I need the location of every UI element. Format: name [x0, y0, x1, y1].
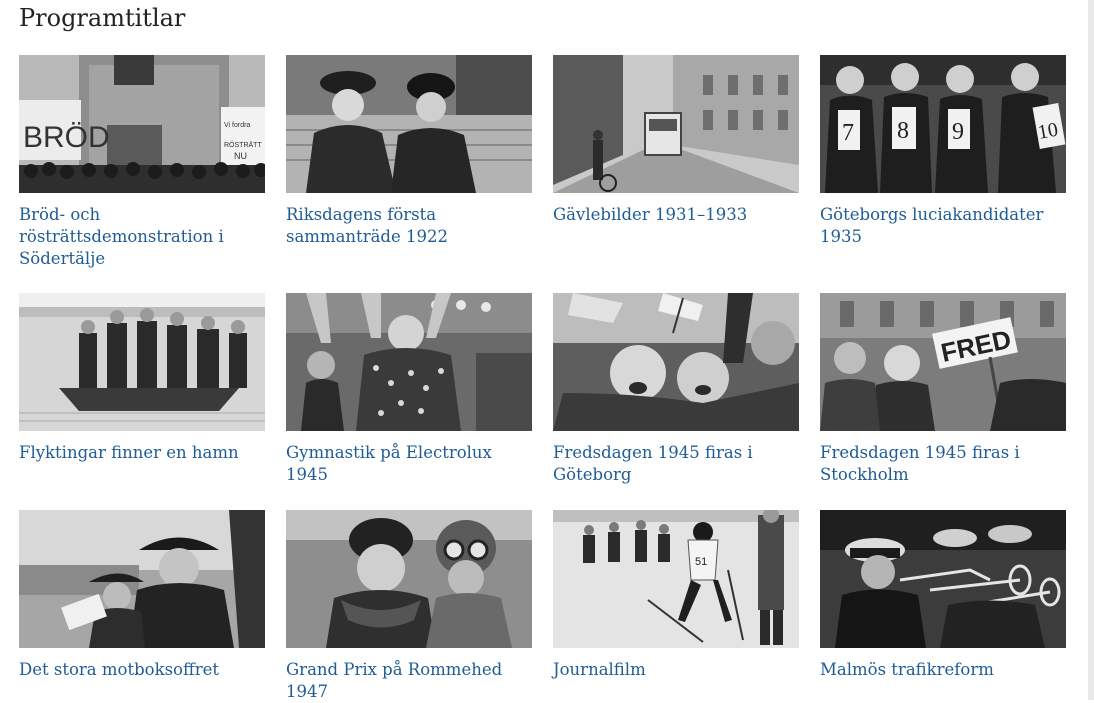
- program-card-gavlebilder[interactable]: Gävlebilder 1931–1933: [553, 55, 799, 293]
- thumbnail-image-ski-race: 51: [553, 510, 799, 648]
- program-title[interactable]: Flyktingar finner en hamn: [19, 442, 259, 464]
- program-thumbnail[interactable]: [19, 293, 265, 431]
- program-thumbnail[interactable]: [553, 293, 799, 431]
- program-thumbnail[interactable]: BRÖD Vi fordra RÖSTRÄTT NU: [19, 55, 265, 193]
- program-card-brod-rostratt[interactable]: BRÖD Vi fordra RÖSTRÄTT NU Bröd- och rös…: [19, 55, 265, 293]
- program-card-gymnastik-electrolux[interactable]: Gymnastik på Electrolux 1945: [286, 293, 532, 510]
- program-title[interactable]: Malmös trafikreform: [820, 659, 1060, 681]
- svg-text:RÖSTRÄTT: RÖSTRÄTT: [224, 141, 262, 149]
- program-card-malmo-trafikreform[interactable]: Malmös trafikreform: [820, 510, 1066, 700]
- vertical-scrollbar[interactable]: [1088, 0, 1094, 700]
- sign-brod-text: BRÖD: [23, 121, 110, 154]
- svg-text:Vi fordra: Vi fordra: [224, 122, 250, 129]
- thumbnail-image-riksdagen: [286, 55, 532, 193]
- card-number-text: 9: [952, 119, 964, 145]
- thumbnail-image-lucia-candidates: 7 8 9 10: [820, 55, 1066, 193]
- card-number-text: 8: [897, 118, 909, 144]
- thumbnail-image-gavle-street: [553, 55, 799, 193]
- program-grid: BRÖD Vi fordra RÖSTRÄTT NU Bröd- och rös…: [19, 55, 1066, 703]
- thumbnail-image-gymnastics: [286, 293, 532, 431]
- thumbnail-image-peace-day-goteborg: [553, 293, 799, 431]
- thumbnail-image-motbok: [19, 510, 265, 648]
- page-title: Programtitlar: [19, 4, 186, 32]
- program-card-fredsdagen-stockholm[interactable]: FRED Fredsdagen 1945 firas i Stockholm: [820, 293, 1066, 510]
- program-card-fredsdagen-goteborg[interactable]: Fredsdagen 1945 firas i Göteborg: [553, 293, 799, 510]
- program-title[interactable]: Bröd- och rösträttsdemonstration i Söder…: [19, 204, 259, 270]
- program-title[interactable]: Göteborgs luciakandidater 1935: [820, 204, 1060, 248]
- program-card-riksdagen-1922[interactable]: Riksdagens första sammanträde 1922: [286, 55, 532, 293]
- program-title[interactable]: Grand Prix på Rommehed 1947: [286, 659, 526, 703]
- program-card-journalfilm[interactable]: 51 Journalfilm: [553, 510, 799, 700]
- program-thumbnail[interactable]: [286, 510, 532, 648]
- program-title[interactable]: Gävlebilder 1931–1933: [553, 204, 793, 226]
- program-title[interactable]: Fredsdagen 1945 firas i Stockholm: [820, 442, 1060, 486]
- program-title[interactable]: Gymnastik på Electrolux 1945: [286, 442, 526, 486]
- program-card-flyktingar[interactable]: Flyktingar finner en hamn: [19, 293, 265, 510]
- program-card-grand-prix-rommehed[interactable]: Grand Prix på Rommehed 1947: [286, 510, 532, 703]
- program-thumbnail[interactable]: [820, 510, 1066, 648]
- program-thumbnail[interactable]: [286, 55, 532, 193]
- program-title[interactable]: Journalfilm: [553, 659, 793, 681]
- program-card-luciakandidater[interactable]: 7 8 9 10 Göteborgs luciakandidater 1935: [820, 55, 1066, 293]
- program-thumbnail[interactable]: 51: [553, 510, 799, 648]
- bib-number-text: 51: [695, 556, 707, 568]
- program-thumbnail[interactable]: [553, 55, 799, 193]
- thumbnail-image-brass-band: [820, 510, 1066, 648]
- svg-text:NU: NU: [234, 151, 247, 161]
- card-number-text: 7: [842, 120, 854, 146]
- program-thumbnail[interactable]: [19, 510, 265, 648]
- thumbnail-image-refugee-boat: [19, 293, 265, 431]
- card-number-text: 10: [1036, 119, 1060, 144]
- program-thumbnail[interactable]: [286, 293, 532, 431]
- program-thumbnail[interactable]: 7 8 9 10: [820, 55, 1066, 193]
- program-title[interactable]: Det stora motboksoffret: [19, 659, 259, 681]
- thumbnail-image-grand-prix: [286, 510, 532, 648]
- thumbnail-image-peace-day-stockholm: FRED: [820, 293, 1066, 431]
- program-title[interactable]: Riksdagens första sammanträde 1922: [286, 204, 526, 248]
- program-thumbnail[interactable]: FRED: [820, 293, 1066, 431]
- program-card-motboksoffret[interactable]: Det stora motboksoffret: [19, 510, 265, 700]
- program-title[interactable]: Fredsdagen 1945 firas i Göteborg: [553, 442, 793, 486]
- thumbnail-image-brod-demonstration: BRÖD Vi fordra RÖSTRÄTT NU: [19, 55, 265, 193]
